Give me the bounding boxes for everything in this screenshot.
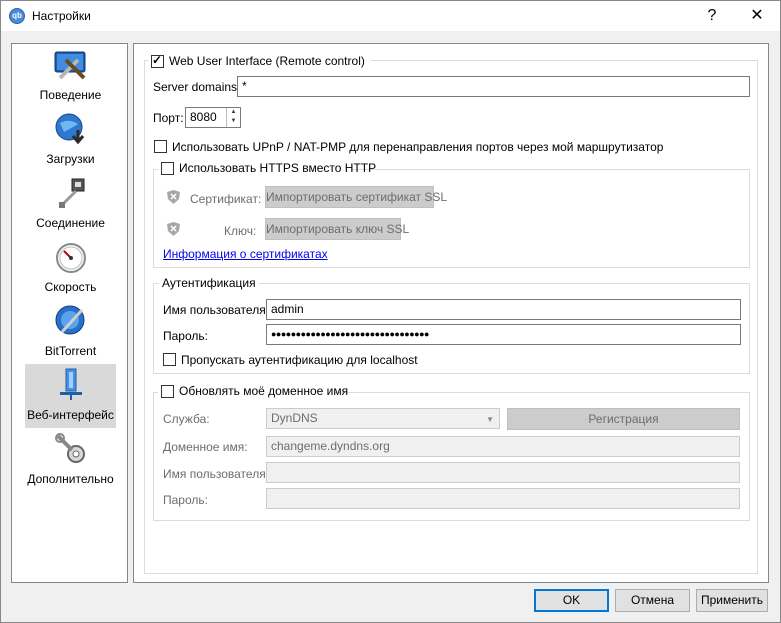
sidebar-item-bittorrent[interactable]: BitTorrent: [25, 300, 116, 364]
sidebar-item-label: Веб-интерфейс: [27, 408, 114, 422]
sidebar-item-downloads[interactable]: Загрузки: [25, 108, 116, 172]
sidebar-item-behavior[interactable]: Поведение: [25, 44, 116, 108]
apply-button[interactable]: Применить: [696, 589, 768, 612]
https-label: Использовать HTTPS вместо HTTP: [179, 161, 377, 175]
preferences-window: qb Настройки ? ✕ Поведение Загрузки Соед…: [0, 0, 781, 623]
port-label: Порт:: [153, 111, 184, 125]
webui-settings-panel: Web User Interface (Remote control) Serv…: [133, 43, 769, 583]
dyndns-username-input[interactable]: [266, 462, 740, 483]
help-button[interactable]: ?: [689, 1, 735, 31]
port-spinner[interactable]: ▲ ▼: [226, 108, 240, 127]
https-checkbox[interactable]: [161, 162, 174, 175]
dyndns-service-select[interactable]: DynDNS ▼: [266, 408, 500, 429]
sidebar-item-label: BitTorrent: [44, 344, 97, 358]
dyndns-register-button[interactable]: Регистрация: [507, 408, 740, 430]
auth-username-input[interactable]: admin: [266, 299, 741, 320]
certificate-shield-icon: [167, 190, 180, 204]
dyndns-service-value: DynDNS: [271, 411, 318, 425]
sidebar-item-label: Загрузки: [46, 152, 95, 166]
bittorrent-icon: [55, 305, 85, 335]
category-sidebar: Поведение Загрузки Соединение Скорость B…: [11, 43, 128, 583]
speed-icon: [56, 243, 86, 273]
title-bar: qb Настройки ? ✕: [1, 1, 780, 31]
https-group-header: Использовать HTTPS вместо HTTP: [158, 161, 376, 179]
auth-username-label: Имя пользователя:: [163, 303, 270, 317]
sidebar-item-advanced[interactable]: Дополнительно: [25, 428, 116, 492]
chevron-down-icon: ▼: [486, 415, 494, 424]
key-shield-icon: [167, 222, 180, 236]
dyndns-password-input[interactable]: [266, 488, 740, 509]
downloads-icon: [55, 113, 85, 145]
cancel-button[interactable]: Отмена: [615, 589, 690, 612]
dyndns-group-header: Обновлять моё доменное имя: [158, 384, 348, 402]
sidebar-item-label: Скорость: [44, 280, 97, 294]
window-title: Настройки: [32, 9, 91, 23]
connection-icon: [59, 178, 85, 208]
behavior-icon: [54, 51, 86, 80]
upnp-checkbox[interactable]: [154, 140, 167, 153]
dyndns-label: Обновлять моё доменное имя: [179, 384, 349, 398]
port-value: 8080: [190, 110, 217, 124]
bypass-localhost-label: Пропускать аутентификацию для localhost: [181, 353, 418, 367]
auth-group-title: Аутентификация: [159, 276, 259, 290]
auth-password-input[interactable]: ●●●●●●●●●●●●●●●●●●●●●●●●●●●●●●●●: [266, 324, 741, 345]
close-button[interactable]: ✕: [734, 1, 780, 31]
dyndns-username-label: Имя пользователя:: [163, 467, 270, 481]
sidebar-item-speed[interactable]: Скорость: [25, 236, 116, 300]
server-domains-input[interactable]: *: [237, 76, 750, 97]
webui-group-header: Web User Interface (Remote control): [149, 52, 371, 70]
sidebar-item-label: Поведение: [39, 88, 102, 102]
dyndns-checkbox[interactable]: [161, 385, 174, 398]
dyndns-domain-label: Доменное имя:: [163, 440, 248, 454]
certificate-label: Сертификат:: [190, 192, 262, 206]
webui-enable-checkbox[interactable]: [151, 53, 164, 68]
dyndns-service-label: Служба:: [163, 412, 210, 426]
bypass-localhost-checkbox[interactable]: [163, 353, 176, 366]
sidebar-item-connection[interactable]: Соединение: [25, 172, 116, 236]
import-key-button[interactable]: Импортировать ключ SSL: [265, 218, 409, 240]
upnp-label: Использовать UPnP / NAT-PMP для перенапр…: [172, 140, 664, 154]
import-certificate-button[interactable]: Импортировать сертификат SSL: [265, 186, 447, 208]
webui-icon: [60, 368, 82, 400]
dyndns-domain-input[interactable]: changeme.dyndns.org: [266, 436, 740, 457]
sidebar-item-label: Соединение: [36, 216, 105, 230]
dyndns-password-label: Пароль:: [163, 493, 208, 507]
qbittorrent-icon: qb: [9, 8, 25, 24]
ok-button[interactable]: OK: [534, 589, 609, 612]
webui-enable-label: Web User Interface (Remote control): [169, 54, 365, 68]
sidebar-item-webui[interactable]: Веб-интерфейс: [25, 364, 116, 428]
port-spinbox[interactable]: 8080 ▲ ▼: [185, 107, 241, 128]
certificate-info-link[interactable]: Информация о сертификатах: [163, 247, 328, 261]
spin-up-icon[interactable]: ▲: [227, 108, 240, 117]
sidebar-item-label: Дополнительно: [27, 472, 114, 486]
advanced-icon: [55, 433, 85, 463]
key-label: Ключ:: [224, 224, 257, 238]
spin-down-icon[interactable]: ▼: [227, 117, 240, 126]
server-domains-label: Server domains:: [153, 80, 241, 94]
auth-password-label: Пароль:: [163, 329, 208, 343]
